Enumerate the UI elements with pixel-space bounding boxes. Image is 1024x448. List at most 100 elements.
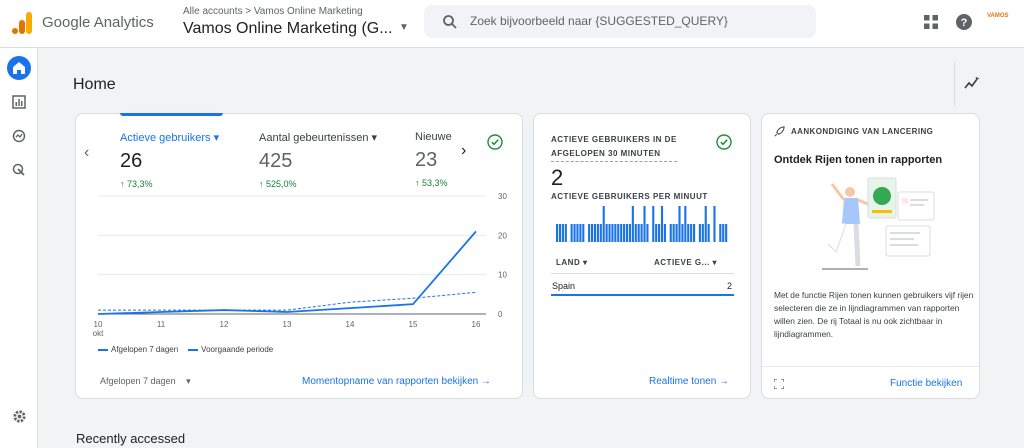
metric-tab-event-count[interactable]: Aantal gebeurtenissen ▾ 425 ↑ 525,0% (259, 131, 377, 189)
realtime-value: 2 (551, 165, 564, 190)
minute-bar (725, 224, 728, 242)
nav-explore[interactable] (7, 124, 31, 148)
minute-bar (634, 224, 637, 242)
col-country[interactable]: LAND ▾ (556, 258, 587, 267)
col-active-users[interactable]: ACTIEVE G... ▾ (654, 258, 717, 267)
bar-chart-icon (12, 95, 26, 109)
x-tick-label: 16 (472, 320, 481, 329)
minute-bar (640, 224, 643, 242)
gear-icon (12, 409, 26, 423)
minute-bar (658, 224, 661, 242)
avatar[interactable]: VAMOS (987, 13, 1009, 29)
next-metric-arrow-icon[interactable]: › (461, 142, 466, 160)
realtime-link[interactable]: Realtime tonen → (649, 376, 729, 387)
dropdown-caret-icon[interactable]: ▾ (214, 132, 220, 144)
realtime-card: ACTIEVE GEBRUIKERS IN DE AFGELOPEN 30 MI… (533, 113, 751, 399)
x-tick-label: 11 (157, 320, 166, 329)
minute-bar (698, 224, 701, 242)
minute-bar (675, 224, 678, 242)
google-analytics-logo-icon[interactable] (12, 12, 32, 34)
insights-button[interactable] (954, 62, 988, 106)
minute-bar (608, 224, 611, 242)
page-title: Home (73, 76, 116, 93)
minute-bar (652, 206, 655, 242)
advertising-icon (12, 163, 25, 176)
x-tick-label: 13 (283, 320, 292, 329)
search-bar[interactable]: Zoek bijvoorbeeld naar {SUGGESTED_QUERY} (424, 5, 816, 38)
row-users: 2 (726, 281, 732, 291)
nav-advertising[interactable] (7, 158, 31, 182)
realtime-title-line: AFGELOPEN 30 MINUTEN (551, 149, 661, 158)
minute-bar (687, 224, 690, 242)
search-input[interactable]: Zoek bijvoorbeeld naar {SUGGESTED_QUERY} (470, 14, 728, 28)
nav-admin[interactable] (7, 404, 31, 428)
property-selector[interactable]: Vamos Online Marketing (G... (183, 20, 393, 38)
minute-bar (556, 224, 559, 242)
insights-icon (964, 76, 980, 89)
legend-solid-swatch (98, 348, 108, 351)
metric-label: Actieve gebruikers (120, 132, 211, 144)
minute-bar (704, 206, 707, 242)
period-selector[interactable]: Afgelopen 7 dagen ▾ (100, 376, 191, 387)
minute-bar (561, 224, 564, 242)
arrow-right-icon: → (719, 376, 730, 387)
minute-bar (579, 224, 582, 242)
table-row[interactable]: Spain 2 (551, 278, 734, 296)
recently-accessed-heading: Recently accessed (76, 431, 186, 446)
check-circle-icon[interactable] (487, 134, 503, 150)
minute-bar (701, 224, 704, 242)
x-tick-label: 10 okt (93, 320, 104, 338)
minute-bar (590, 224, 594, 242)
metric-value: 425 (259, 150, 293, 172)
property-dropdown-icon[interactable]: ▼ (399, 22, 409, 33)
minute-bar (707, 224, 710, 242)
minute-bar (646, 224, 649, 242)
minute-bar (599, 224, 602, 242)
minute-bar (713, 206, 716, 242)
announcement-label: AANKONDIGING VAN LANCERING (774, 126, 933, 137)
minute-bar (628, 224, 631, 242)
svg-text:?: ? (961, 17, 968, 29)
check-circle-icon[interactable] (716, 134, 732, 150)
x-tick-label: 15 (409, 320, 418, 329)
link-label: Momentopname van rapporten bekijken (302, 376, 479, 387)
apps-grid-icon[interactable] (924, 15, 938, 29)
minute-bar (625, 224, 629, 242)
expand-icon[interactable] (774, 379, 784, 389)
minute-bar (637, 224, 640, 242)
dropdown-caret-icon[interactable]: ▾ (372, 132, 378, 144)
minute-bar (663, 224, 666, 242)
y-tick-label: 10 (498, 271, 507, 280)
minute-bar (588, 224, 591, 242)
metric-tab-active-users[interactable]: Actieve gebruikers ▾ 26 ↑ 73,3% (120, 131, 219, 189)
minute-bar (660, 206, 664, 242)
metric-tab-new-users[interactable]: Nieuwe gebruikers 23 ↑ 53,3% (415, 131, 455, 188)
legend-item-current: Afgelopen 7 dagen (98, 345, 178, 354)
rocket-icon (774, 126, 785, 137)
help-icon[interactable]: ? (956, 14, 972, 30)
minute-bar (672, 224, 675, 242)
view-reports-snapshot-link[interactable]: Momentopname van rapporten bekijken → (302, 376, 491, 387)
link-label: Realtime tonen (649, 376, 717, 387)
minute-bar (684, 206, 687, 242)
prev-metric-arrow-icon[interactable]: ‹ (84, 144, 89, 162)
view-feature-link[interactable]: Functie bekijken (890, 378, 962, 389)
announcement-title: Ontdek Rijen tonen in rapporten (774, 154, 943, 166)
minute-bar (693, 224, 696, 242)
minute-bar (558, 224, 562, 242)
nav-reports[interactable] (7, 90, 31, 114)
nav-home[interactable] (7, 56, 31, 80)
minute-bar (678, 206, 681, 242)
realtime-table-header: LAND ▾ ACTIEVE G... ▾ (551, 254, 734, 274)
minute-bar (605, 224, 608, 242)
y-tick-label: 30 (498, 192, 507, 201)
selected-tab-indicator (120, 113, 223, 116)
arrow-right-icon: → (481, 376, 491, 387)
minute-bar (643, 206, 646, 242)
chart-legend: Afgelopen 7 dagen Voorgaande periode (98, 345, 273, 354)
legend-label: Voorgaande periode (201, 345, 274, 354)
minute-bar (596, 224, 599, 242)
account-breadcrumb[interactable]: Alle accounts > Vamos Online Marketing (183, 6, 363, 17)
metric-label: Aantal gebeurtenissen (259, 132, 369, 144)
home-icon (13, 62, 25, 74)
